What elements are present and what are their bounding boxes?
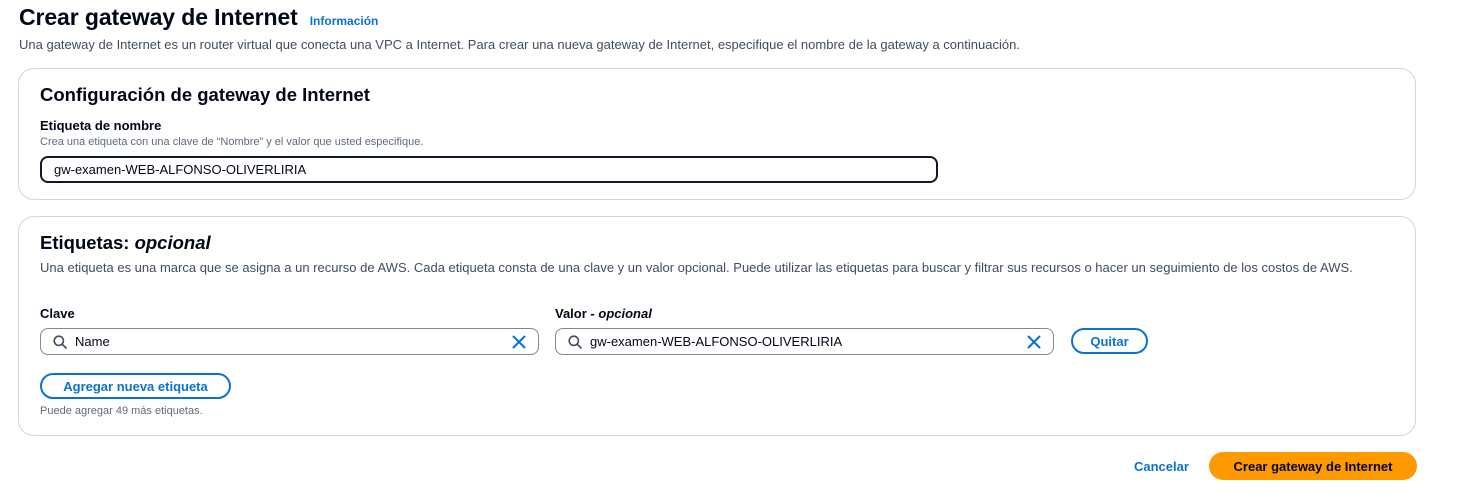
create-gateway-button[interactable]: Crear gateway de Internet [1209,452,1417,480]
tag-value-label-optional: opcional [598,306,652,321]
tag-value-value: gw-examen-WEB-ALFONSO-OLIVERLIRIA [590,334,843,349]
page-header: Crear gateway de Internet Información Un… [19,4,1439,52]
search-icon [45,329,75,354]
tags-title-optional: opcional [134,232,211,253]
config-panel: Configuración de gateway de Internet Eti… [18,68,1416,200]
tag-value-input[interactable]: gw-examen-WEB-ALFONSO-OLIVERLIRIA [555,328,1054,355]
tags-title-text: Etiquetas: [40,232,130,253]
name-tag-input[interactable] [40,156,938,183]
cancel-button[interactable]: Cancelar [1134,459,1189,474]
config-panel-title: Configuración de gateway de Internet [40,84,370,105]
add-tag-button[interactable]: Agregar nueva etiqueta [40,373,231,399]
close-icon[interactable] [504,329,534,354]
tags-panel-title: Etiquetas: opcional [40,232,211,254]
tag-key-input[interactable]: Name [40,328,539,355]
remove-tag-button[interactable]: Quitar [1071,328,1148,354]
remaining-tags-hint: Puede agregar 49 más etiquetas. [40,405,203,417]
close-icon[interactable] [1019,329,1049,354]
tags-description: Una etiqueta es una marca que se asigna … [40,260,1353,275]
page-title: Crear gateway de Internet [19,4,298,30]
tag-value-label-text: Valor - [555,306,595,321]
name-tag-hint: Crea una etiqueta con una clave de “Nomb… [40,136,424,148]
info-link[interactable]: Información [310,14,379,28]
name-tag-label: Etiqueta de nombre [40,118,162,133]
tags-panel: Etiquetas: opcional Una etiqueta es una … [18,216,1416,436]
page-description: Una gateway de Internet es un router vir… [19,37,1020,52]
title-row: Crear gateway de Internet Información [19,4,1439,31]
tag-key-label: Clave [40,306,75,321]
tag-key-value: Name [75,334,110,349]
tag-value-label: Valor - opcional [555,306,652,321]
search-icon [560,329,590,354]
